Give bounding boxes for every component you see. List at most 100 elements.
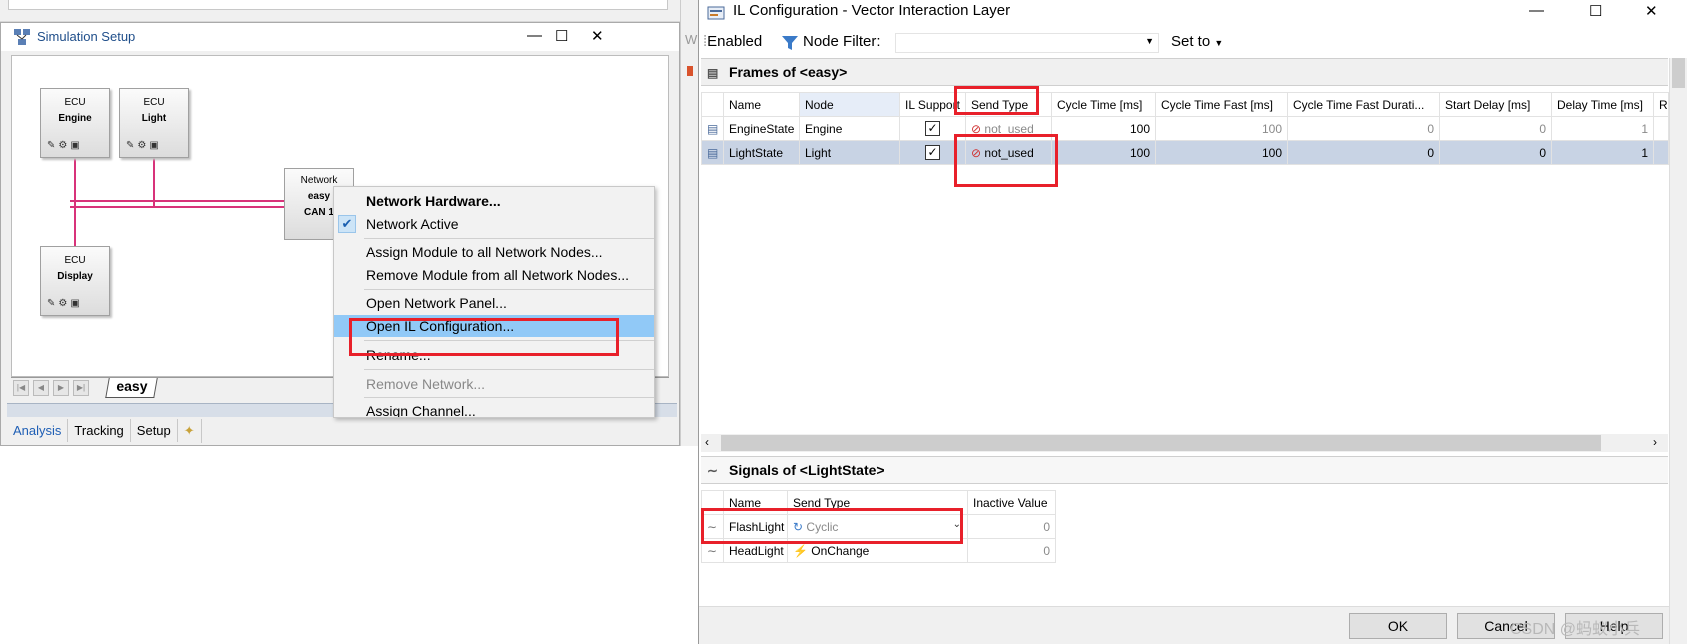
sim-maximize-button[interactable]: ☐: [555, 27, 568, 45]
enabled-label: Enabled: [707, 33, 763, 50]
delay-time-cell[interactable]: 1: [1551, 116, 1654, 141]
first-sheet-button[interactable]: |◀: [13, 380, 29, 396]
bottom-tabs: Analysis Tracking Setup ✦: [7, 419, 202, 445]
scrollbar-thumb[interactable]: [1672, 58, 1685, 88]
start-delay-cell[interactable]: 0: [1439, 140, 1552, 165]
tab-tracking[interactable]: Tracking: [68, 419, 131, 442]
frame-node-cell[interactable]: Light: [799, 140, 900, 165]
ecu-label: ECU: [64, 97, 86, 108]
tab-analysis[interactable]: Analysis: [7, 419, 69, 442]
checkmark-icon: ✔: [338, 215, 356, 233]
menu-item-assign-module[interactable]: Assign Module to all Network Nodes...: [334, 241, 654, 263]
signal-wave-icon: ∼: [707, 463, 718, 478]
watermark-text: CSDN @蚂蚁小兵: [1510, 621, 1641, 638]
menu-item-open-network-panel[interactable]: Open Network Panel...: [334, 292, 654, 314]
il-support-checkbox[interactable]: ✓: [925, 121, 940, 136]
column-header[interactable]: Delay Time [ms]: [1551, 92, 1654, 117]
il-window-title: IL Configuration - Vector Interaction La…: [733, 2, 1011, 19]
sim-minimize-button[interactable]: —: [527, 27, 542, 44]
column-header[interactable]: Cycle Time Fast [ms]: [1155, 92, 1288, 117]
network-context-menu: Network Hardware... ✔ Network Active Assi…: [333, 186, 655, 418]
next-sheet-button[interactable]: ▶: [53, 380, 69, 396]
highlight-box: [701, 508, 963, 544]
node-filter-label: Node Filter:: [803, 33, 881, 50]
tab-setup[interactable]: Setup: [131, 419, 178, 442]
lightning-icon: ⚡: [793, 543, 808, 558]
ecu-tool-icons: ✎⚙▣: [126, 140, 162, 151]
rep-cell[interactable]: [1653, 116, 1669, 141]
scroll-left-icon[interactable]: ‹: [705, 435, 709, 449]
frame-node-cell[interactable]: Engine: [799, 116, 900, 141]
table-row[interactable]: ▤ LightState Light ✓ ⊘ not_used 100 100 …: [701, 140, 1669, 165]
bus-line: [70, 206, 290, 208]
delay-time-cell[interactable]: 1: [1551, 140, 1654, 165]
frames-horizontal-scrollbar[interactable]: ‹ ›: [701, 434, 1668, 452]
column-header[interactable]: Node: [799, 92, 900, 117]
ecu-label: ECU: [64, 255, 86, 266]
cycle-fast-duration-cell[interactable]: 0: [1287, 116, 1440, 141]
table-row[interactable]: ▤ EngineState Engine ✓ ⊘ not_used 100 10…: [701, 116, 1669, 141]
column-header[interactable]: Inactive Value: [967, 490, 1056, 515]
ecu-node-light[interactable]: ECU Light ✎⚙▣: [119, 88, 189, 158]
ecu-name: Light: [141, 113, 167, 124]
il-minimize-button[interactable]: —: [1529, 2, 1544, 19]
highlight-box: [954, 134, 1058, 187]
column-header[interactable]: Start Delay [ms]: [1439, 92, 1552, 117]
column-header[interactable]: Name: [723, 92, 800, 117]
bus-line: [70, 200, 290, 202]
cycle-time-fast-cell[interactable]: 100: [1155, 116, 1288, 141]
frames-header-row: Name Node IL Support Send Type Cycle Tim…: [701, 92, 1669, 117]
menu-item-assign-channel[interactable]: Assign Channel...: [334, 400, 654, 417]
set-to-button[interactable]: Set to ▼: [1171, 33, 1223, 50]
signals-title: Signals of <LightState>: [729, 462, 885, 478]
sim-titlebar: Simulation Setup — ☐ ✕: [1, 23, 679, 51]
sheet-tab-easy[interactable]: easy: [105, 378, 158, 398]
ecu-node-engine[interactable]: ECU Engine ✎⚙▣: [40, 88, 110, 158]
bus-line: [153, 156, 155, 206]
start-delay-cell[interactable]: 0: [1439, 116, 1552, 141]
last-sheet-button[interactable]: ▶|: [73, 380, 89, 396]
inactive-value-cell[interactable]: 0: [967, 514, 1056, 539]
menu-item-network-hardware[interactable]: Network Hardware...: [334, 190, 654, 212]
column-header[interactable]: Cycle Time [ms]: [1051, 92, 1156, 117]
menu-item-label: Network Active: [366, 216, 459, 232]
window-vertical-scrollbar[interactable]: [1669, 58, 1687, 644]
frame-name-cell[interactable]: LightState: [723, 140, 800, 165]
ecu-tool-icons: ✎⚙▣: [47, 140, 83, 151]
scroll-right-icon[interactable]: ›: [1653, 435, 1657, 449]
cycle-time-cell[interactable]: 100: [1051, 140, 1156, 165]
sim-close-button[interactable]: ✕: [591, 27, 604, 45]
ecu-node-display[interactable]: ECU Display ✎⚙▣: [40, 246, 110, 316]
ok-button[interactable]: OK: [1349, 613, 1447, 639]
menu-item-network-active[interactable]: ✔ Network Active: [334, 213, 654, 235]
scrollbar-thumb[interactable]: [721, 435, 1601, 451]
il-configuration-window: IL Configuration - Vector Interaction La…: [698, 0, 1687, 644]
column-header[interactable]: Rep: [1653, 92, 1669, 117]
inactive-value-cell[interactable]: 0: [967, 538, 1056, 563]
frame-name-cell[interactable]: EngineState: [723, 116, 800, 141]
menu-item-remove-module[interactable]: Remove Module from all Network Nodes...: [334, 264, 654, 286]
il-maximize-button[interactable]: ☐: [1589, 2, 1602, 20]
highlight-box: [954, 86, 1039, 115]
chevron-down-icon: ▼: [1145, 36, 1154, 46]
il-support-checkbox[interactable]: ✓: [925, 145, 940, 160]
frame-row-icon: ▤: [701, 140, 724, 165]
ecu-tool-icons: ✎⚙▣: [47, 298, 83, 309]
frame-icon: ▤: [707, 66, 719, 80]
cycle-fast-duration-cell[interactable]: 0: [1287, 140, 1440, 165]
cycle-time-cell[interactable]: 100: [1051, 116, 1156, 141]
rep-cell[interactable]: [1653, 140, 1669, 165]
cycle-time-fast-cell[interactable]: 100: [1155, 140, 1288, 165]
il-titlebar: IL Configuration - Vector Interaction La…: [699, 0, 1687, 28]
enabled-toggle[interactable]: ⁞Enabled: [703, 33, 762, 50]
node-filter-dropdown[interactable]: ▼: [895, 33, 1159, 53]
column-header[interactable]: Cycle Time Fast Durati...: [1287, 92, 1440, 117]
il-configuration-icon: [707, 6, 725, 20]
menu-item-remove-network[interactable]: Remove Network...: [334, 373, 654, 395]
frames-title: Frames of <easy>: [729, 64, 848, 80]
il-close-button[interactable]: ✕: [1645, 2, 1658, 20]
prev-sheet-button[interactable]: ◀: [33, 380, 49, 396]
network-setup-icon: [14, 29, 30, 45]
new-tab-icon[interactable]: ✦: [178, 419, 202, 443]
funnel-icon: [782, 36, 798, 50]
